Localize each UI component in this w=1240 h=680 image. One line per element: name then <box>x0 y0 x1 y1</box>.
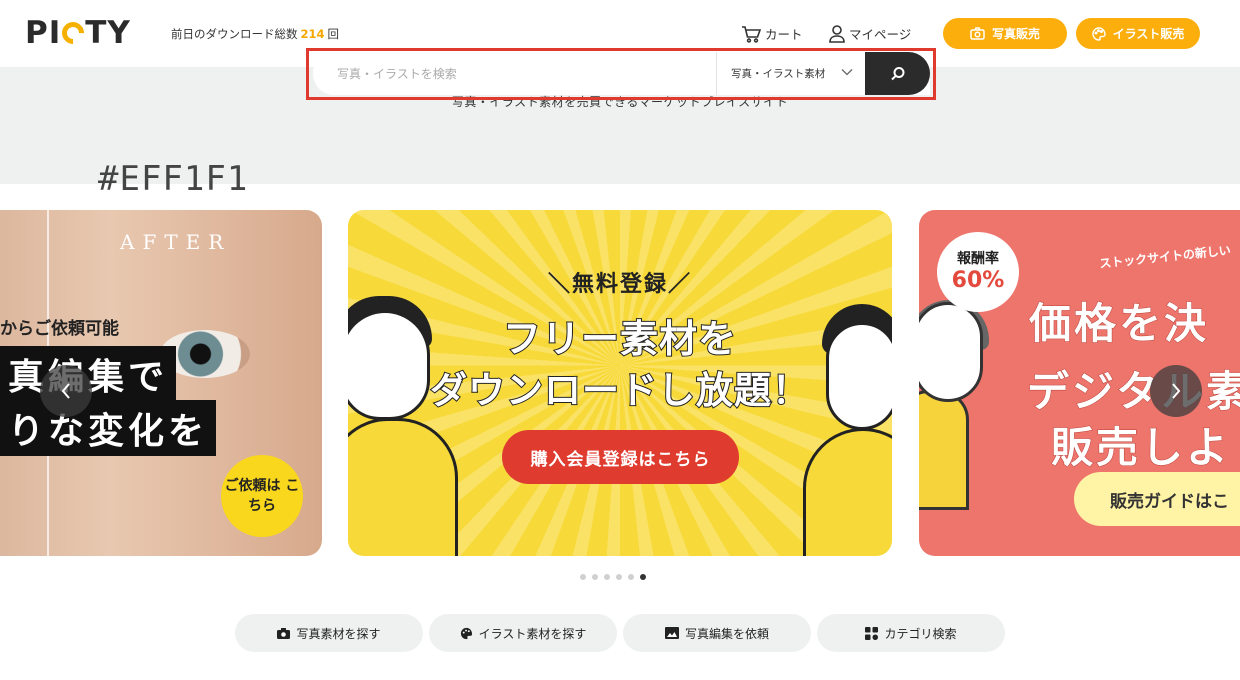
find-illust-label: イラスト素材を探す <box>478 626 587 641</box>
category-select-value: 写真・イラスト素材 <box>731 68 826 80</box>
grid-icon <box>865 626 879 640</box>
download-count-number: 214 <box>300 27 325 41</box>
category-search-label: カテゴリ検索 <box>884 626 957 641</box>
mypage-link[interactable]: マイページ <box>829 24 911 43</box>
slide-center-headline-1: フリー素材を <box>502 316 737 362</box>
picty-logo[interactable]: PI TY <box>25 14 131 52</box>
category-search-button[interactable]: カテゴリ検索 <box>817 614 1005 652</box>
mypage-label: マイページ <box>849 27 912 42</box>
photo-sell-label: 写真販売 <box>991 27 1040 41</box>
download-count-prefix: 前日のダウンロード総数 <box>171 27 298 41</box>
request-edit-button[interactable]: 写真編集を依頼 <box>623 614 811 652</box>
carousel-dot[interactable] <box>604 574 610 580</box>
carousel-next-button[interactable] <box>1150 365 1202 417</box>
download-count-suffix: 回 <box>327 27 340 41</box>
slide-right-headline-3: 販売しよ <box>1050 423 1232 473</box>
banner-carousel: AFTER からご依頼可能 真編集で りな変化を ご依頼は こちら ＼無料登録／… <box>0 210 1240 557</box>
user-icon <box>829 24 845 43</box>
request-edit-label: 写真編集を依頼 <box>684 626 769 641</box>
search-bar: 写真・イラスト素材 <box>313 52 930 95</box>
find-photo-button[interactable]: 写真素材を探す <box>235 614 423 652</box>
carousel-dot[interactable] <box>592 574 598 580</box>
chevron-right-icon <box>1172 383 1181 399</box>
carousel-dot[interactable] <box>580 574 586 580</box>
slide-right-headline-2: デジタル素 <box>1026 367 1240 417</box>
carousel-dot-active[interactable] <box>640 574 646 580</box>
boy-body-illustration <box>348 418 458 556</box>
search-icon <box>890 66 904 80</box>
woman-face-illustration <box>919 302 983 402</box>
photo-sell-button[interactable]: 写真販売 <box>943 18 1067 49</box>
find-photo-label: 写真素材を探す <box>296 626 381 641</box>
reward-rate-bubble: 報酬率 60% <box>937 232 1019 312</box>
illust-sell-button[interactable]: イラスト販売 <box>1076 18 1200 49</box>
palette-icon <box>460 627 472 639</box>
find-illust-button[interactable]: イラスト素材を探す <box>429 614 617 652</box>
slide-right-headline-1: 価格を決 <box>1028 299 1210 349</box>
search-input[interactable] <box>313 52 716 95</box>
palette-icon <box>1091 26 1106 41</box>
carousel-dot[interactable] <box>628 574 634 580</box>
image-icon <box>664 627 679 639</box>
cart-icon <box>742 25 761 43</box>
carousel-prev-button[interactable] <box>40 365 92 417</box>
slide-center-headline-2: ダウンロードし放題！ <box>429 368 810 413</box>
reward-rate-label: 報酬率 <box>957 251 999 267</box>
illust-sell-label: イラスト販売 <box>1112 27 1185 41</box>
reward-rate-value: 60% <box>951 268 1005 293</box>
chevron-down-icon <box>841 69 853 76</box>
slide-center-kicker: ＼無料登録／ <box>547 272 692 297</box>
carousel-pagination <box>580 574 646 580</box>
chevron-left-icon <box>61 383 70 399</box>
slide-free-register[interactable]: ＼無料登録／ フリー素材を ダウンロードし放題！ 購入会員登録はこちら <box>348 210 892 556</box>
camera-icon <box>970 27 985 40</box>
color-annotation: #EFF1F1 <box>98 159 249 199</box>
woman-body-illustration <box>919 390 969 510</box>
carousel-dot[interactable] <box>616 574 622 580</box>
request-badge[interactable]: ご依頼は こちら <box>221 455 303 537</box>
camera-icon <box>277 627 291 639</box>
slide-right-ribbon: ストックサイトの新しい <box>1098 243 1232 271</box>
logo-mark-icon <box>57 17 89 49</box>
register-cta-button[interactable]: 購入会員登録はこちら <box>502 430 739 484</box>
cart-link[interactable]: カート <box>741 24 803 43</box>
slide-left-tagline: からご依頼可能 <box>0 319 119 339</box>
sell-guide-button[interactable]: 販売ガイドはこ <box>1074 472 1240 526</box>
category-select[interactable]: 写真・イラスト素材 <box>716 52 865 95</box>
after-label: AFTER <box>120 230 232 254</box>
slide-left-headline-2: りな変化を <box>0 400 217 456</box>
search-button[interactable] <box>865 52 930 95</box>
cart-label: カート <box>765 27 803 42</box>
download-count-text: 前日のダウンロード総数 214 回 <box>171 26 339 42</box>
